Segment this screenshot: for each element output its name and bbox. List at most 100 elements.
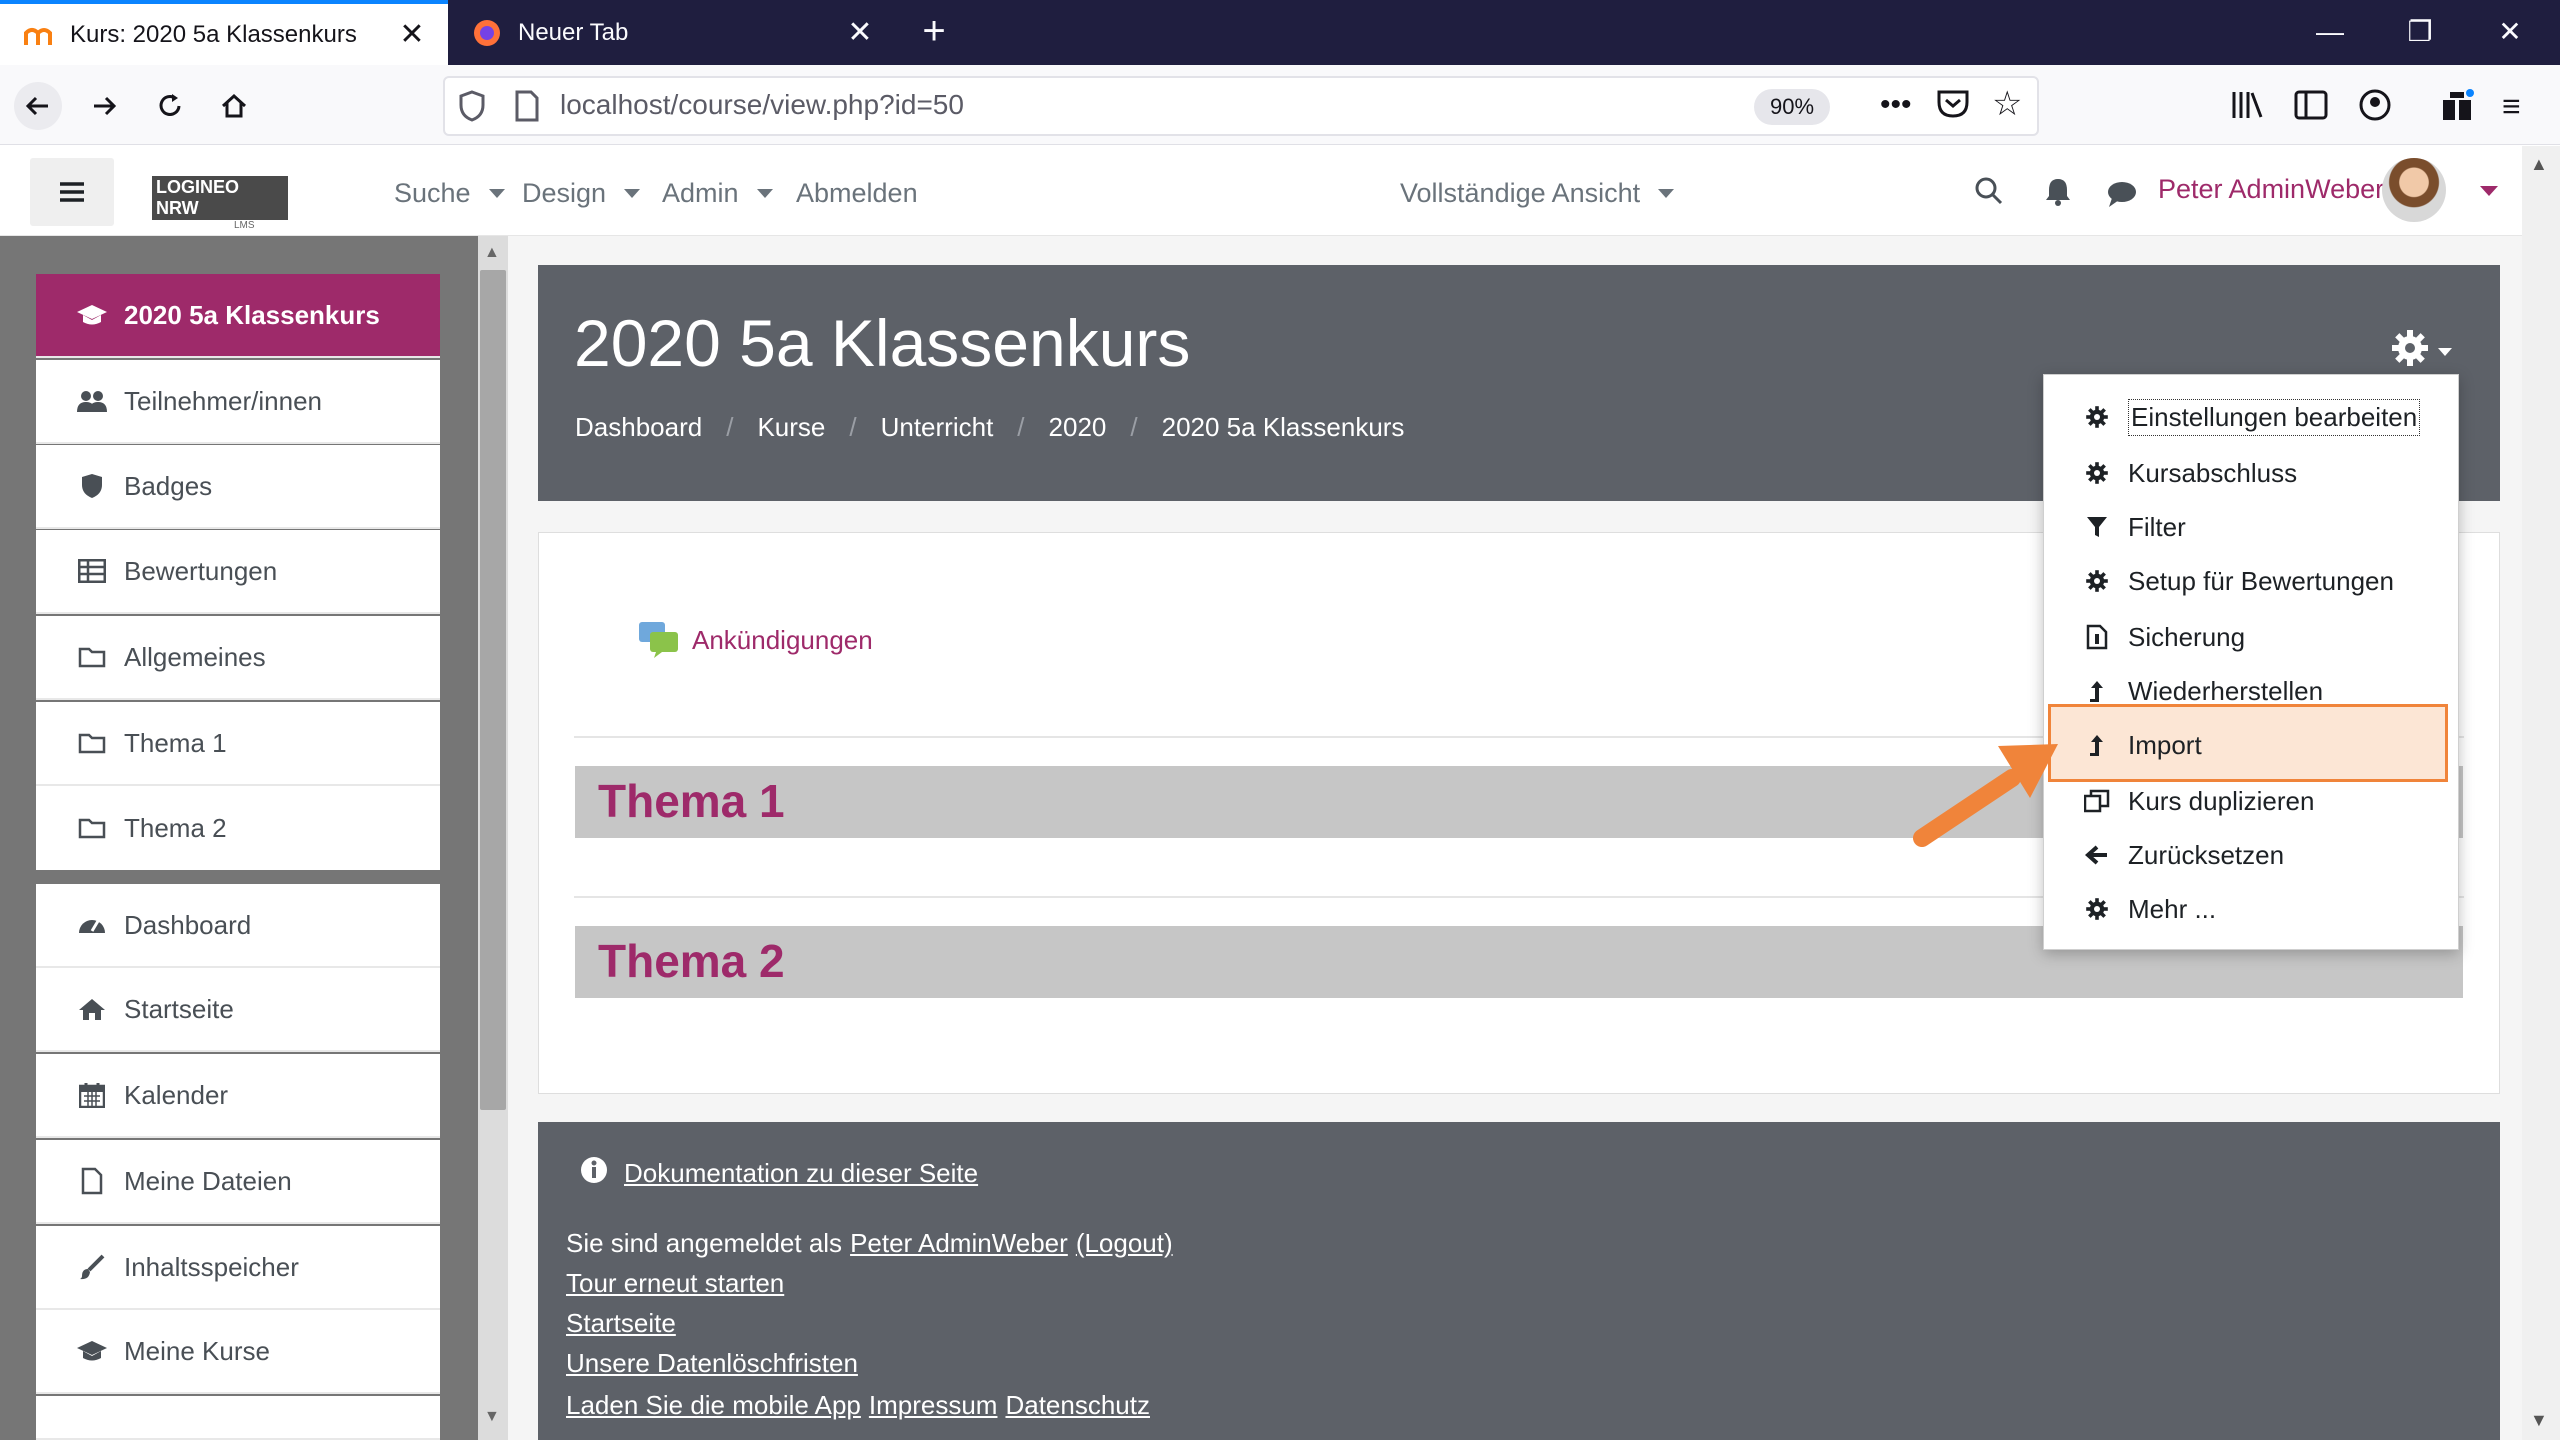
drawer-item-partial[interactable] <box>36 1396 440 1440</box>
menu-item-edit-settings[interactable]: Einstellungen bearbeiten <box>2050 390 2452 444</box>
breadcrumb-unterricht[interactable]: Unterricht <box>881 412 994 443</box>
backup-file-icon <box>2082 624 2112 650</box>
account-icon[interactable] <box>2358 88 2392 127</box>
bookmark-star-icon[interactable]: ☆ <box>1992 87 2022 121</box>
mobile-app-link[interactable]: Laden Sie die mobile App <box>566 1390 861 1421</box>
back-button[interactable] <box>14 82 62 130</box>
section-title-thema-2[interactable]: Thema 2 <box>598 934 785 988</box>
close-tab-icon[interactable]: ✕ <box>840 15 880 50</box>
drawer-item-grades[interactable]: Bewertungen <box>36 530 440 614</box>
menu-admin[interactable]: Admin <box>662 178 773 209</box>
section-title-thema-1[interactable]: Thema 1 <box>598 774 785 828</box>
announcements-forum-link[interactable]: Ankündigungen <box>638 620 873 660</box>
footer-home-link[interactable]: Startseite <box>566 1308 676 1339</box>
home-button[interactable] <box>210 82 258 130</box>
new-tab-button[interactable]: + <box>910 8 958 56</box>
drawer-item-my-courses[interactable]: Meine Kurse <box>36 1310 440 1394</box>
data-retention-link[interactable]: Unsere Datenlöschfristen <box>566 1348 858 1379</box>
drawer-item-startseite[interactable]: Startseite <box>36 968 440 1052</box>
search-icon[interactable] <box>1974 176 2004 211</box>
dashboard-icon <box>72 913 112 937</box>
reload-button[interactable] <box>146 82 194 130</box>
notification-bell-icon[interactable] <box>2044 176 2072 211</box>
browser-tab[interactable]: Neuer Tab ✕ <box>448 0 896 65</box>
impressum-link[interactable]: Impressum <box>869 1390 998 1421</box>
folder-icon <box>72 646 112 668</box>
caret-down-icon <box>2438 348 2452 356</box>
footer-user-link[interactable]: Peter AdminWeber <box>850 1228 1068 1259</box>
sidebar-icon[interactable] <box>2294 90 2328 125</box>
shield-icon[interactable] <box>458 90 486 127</box>
scroll-up-icon[interactable]: ▲ <box>484 244 500 262</box>
menu-design[interactable]: Design <box>522 178 641 209</box>
tab-title: Neuer Tab <box>518 18 629 46</box>
menu-abmelden[interactable]: Abmelden <box>796 178 918 209</box>
breadcrumb-2020[interactable]: 2020 <box>1049 412 1107 443</box>
footer-logout-link[interactable]: (Logout) <box>1076 1228 1173 1259</box>
gear-icon <box>2082 461 2112 485</box>
folder-icon <box>72 817 112 839</box>
menu-item-grade-setup[interactable]: Setup für Bewertungen <box>2050 554 2452 608</box>
menu-item-import[interactable]: Import <box>2050 718 2452 772</box>
documentation-link[interactable]: Dokumentation zu dieser Seite <box>624 1158 978 1189</box>
privacy-link[interactable]: Datenschutz <box>1005 1390 1150 1421</box>
scroll-down-icon[interactable]: ▼ <box>484 1408 500 1426</box>
caret-down-icon <box>488 189 505 198</box>
messages-icon[interactable] <box>2106 180 2138 213</box>
forward-button[interactable] <box>80 82 128 130</box>
drawer-item-content-bank[interactable]: Inhaltsspeicher <box>36 1226 440 1310</box>
breadcrumb-course[interactable]: 2020 5a Klassenkurs <box>1162 412 1405 443</box>
menu-item-reset[interactable]: Zurücksetzen <box>2050 828 2452 882</box>
menu-suche[interactable]: Suche <box>394 178 505 209</box>
view-mode-menu[interactable]: Vollständige Ansicht <box>1400 178 1675 209</box>
close-tab-icon[interactable]: ✕ <box>392 17 432 52</box>
drawer-item-dashboard[interactable]: Dashboard <box>36 884 440 968</box>
drawer-item-files[interactable]: Meine Dateien <box>36 1140 440 1224</box>
app-menu-icon[interactable]: ≡ <box>2502 88 2521 125</box>
gear-icon <box>2082 897 2112 921</box>
menu-item-course-completion[interactable]: Kursabschluss <box>2050 446 2452 500</box>
info-icon <box>580 1156 608 1189</box>
user-menu-caret-icon[interactable] <box>2480 186 2498 196</box>
drawer-item-thema-1[interactable]: Thema 1 <box>36 702 440 786</box>
breadcrumb-kurse[interactable]: Kurse <box>757 412 825 443</box>
page-scrollbar[interactable] <box>2522 146 2560 1440</box>
caret-down-icon <box>756 189 773 198</box>
drawer-item-calendar[interactable]: Kalender <box>36 1054 440 1138</box>
graduation-cap-icon <box>72 1339 112 1363</box>
user-name[interactable]: Peter AdminWeber <box>2158 174 2384 205</box>
tour-restart-link[interactable]: Tour erneut starten <box>566 1268 784 1299</box>
pocket-icon[interactable] <box>1936 88 1970 125</box>
menu-item-duplicate-course[interactable]: Kurs duplizieren <box>2050 774 2452 828</box>
menu-item-backup[interactable]: Sicherung <box>2050 610 2452 664</box>
drawer-item-thema-2[interactable]: Thema 2 <box>36 786 440 876</box>
folder-icon <box>72 732 112 754</box>
restore-icon[interactable]: ❐ <box>2390 10 2450 54</box>
scroll-down-icon[interactable]: ▼ <box>2530 1410 2548 1431</box>
users-icon <box>72 389 112 413</box>
drawer-scrollbar-thumb[interactable] <box>480 270 506 1110</box>
drawer-toggle-button[interactable] <box>30 158 114 226</box>
url-text[interactable]: localhost/course/view.php?id=50 <box>560 89 964 121</box>
window-close-icon[interactable]: ✕ <box>2480 10 2540 54</box>
breadcrumb-dashboard[interactable]: Dashboard <box>575 412 702 443</box>
drawer-item-badges[interactable]: Badges <box>36 445 440 529</box>
library-icon[interactable] <box>2230 90 2264 125</box>
more-actions-icon[interactable]: ••• <box>1880 88 1912 122</box>
gear-icon <box>2082 569 2112 593</box>
menu-item-more[interactable]: Mehr ... <box>2050 882 2452 936</box>
menu-item-restore[interactable]: Wiederherstellen <box>2050 664 2452 718</box>
extensions-icon[interactable] <box>2440 88 2474 127</box>
avatar[interactable] <box>2382 158 2446 222</box>
scroll-up-icon[interactable]: ▲ <box>2530 154 2548 175</box>
menu-item-filter[interactable]: Filter <box>2050 500 2452 554</box>
minimize-icon[interactable]: — <box>2300 10 2360 54</box>
table-icon <box>72 559 112 583</box>
drawer-item-general[interactable]: Allgemeines <box>36 616 440 700</box>
zoom-level-badge[interactable]: 90% <box>1754 89 1830 125</box>
logineo-logo[interactable]: LOGINEO NRW LMS <box>152 176 288 231</box>
drawer-item-course[interactable]: 2020 5a Klassenkurs <box>36 274 440 358</box>
course-admin-gear-button[interactable] <box>2390 324 2460 372</box>
drawer-item-participants[interactable]: Teilnehmer/innen <box>36 360 440 444</box>
browser-tab-active[interactable]: Kurs: 2020 5a Klassenkurs ✕ <box>0 0 448 65</box>
